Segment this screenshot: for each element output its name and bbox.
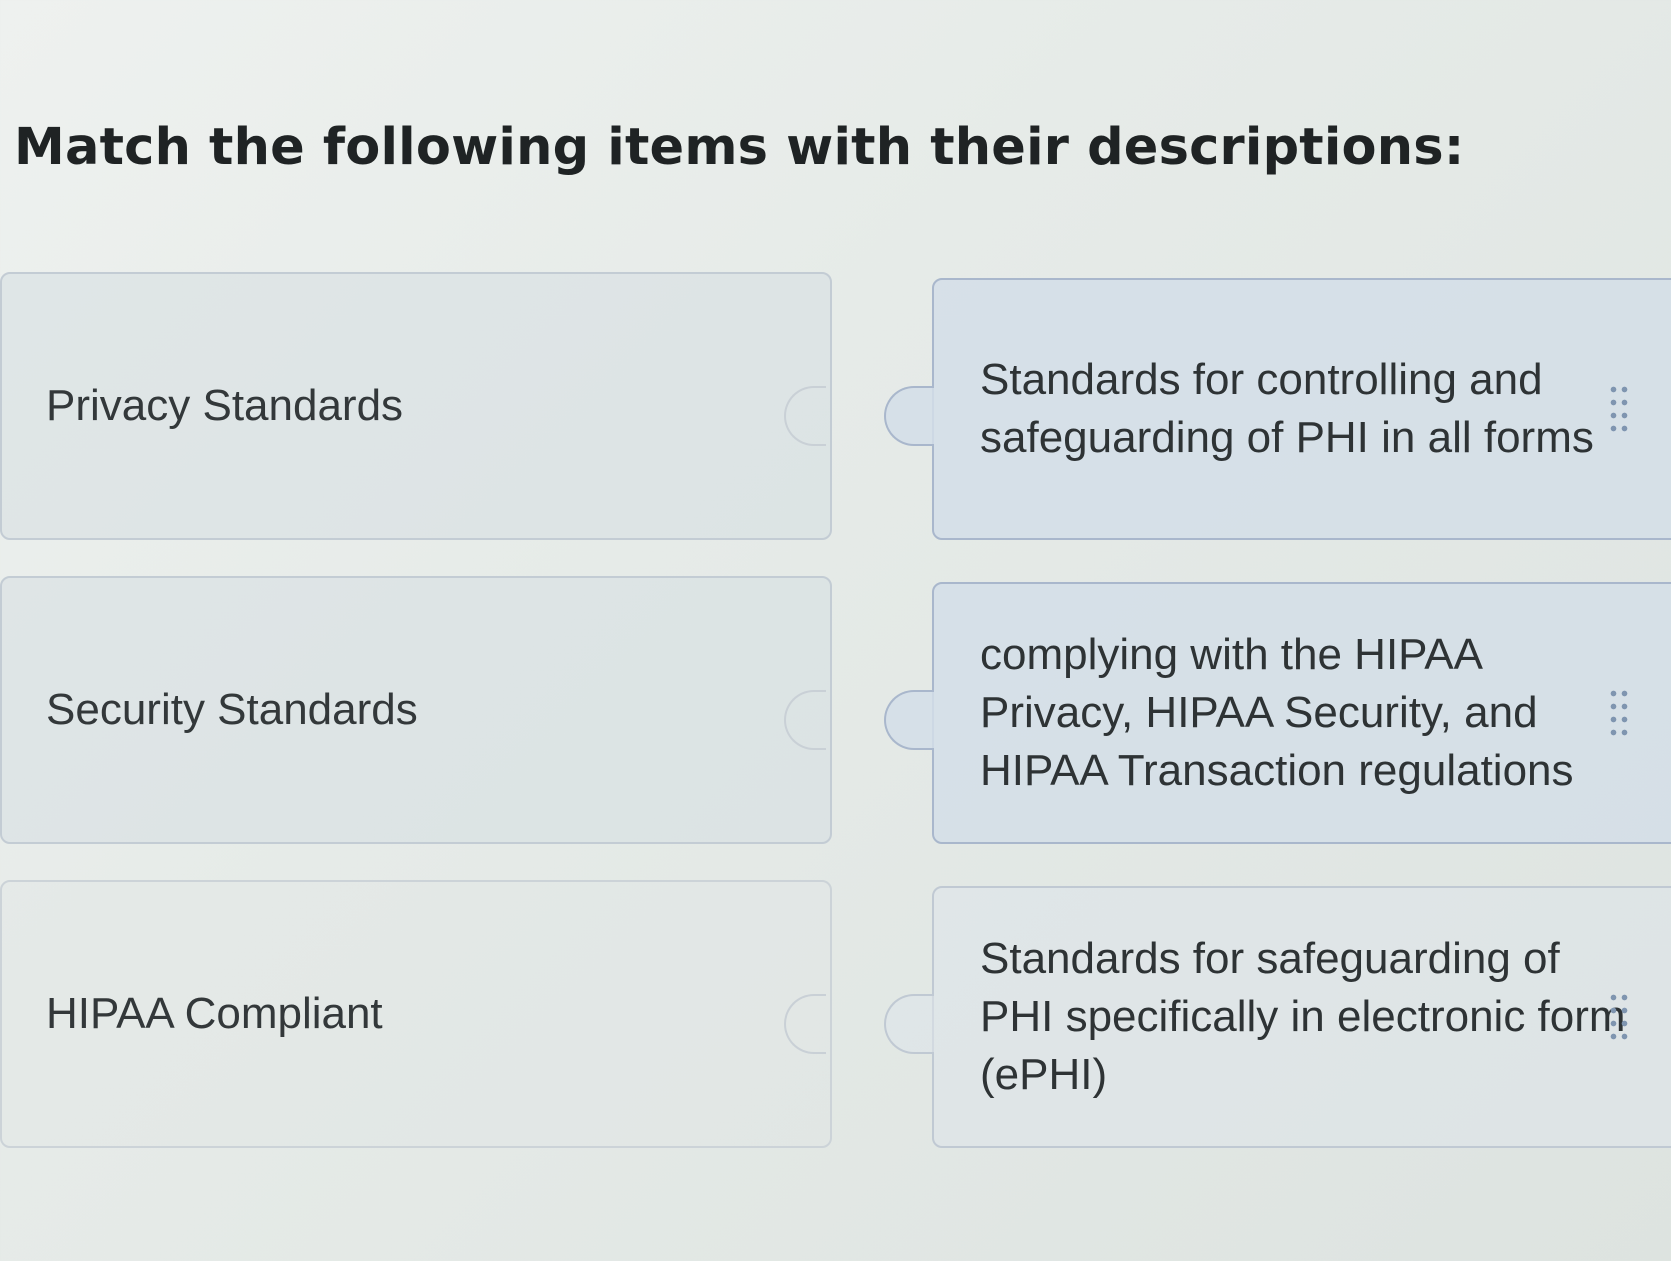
drop-slot-notch[interactable] (784, 994, 826, 1054)
match-row-3: HIPAA Compliant Standards for safeguardi… (0, 880, 1671, 1152)
match-item-label: Privacy Standards (46, 381, 404, 430)
match-item-privacy-standards: Privacy Standards (0, 272, 832, 540)
description-text: Standards for safeguarding of PHI specif… (980, 934, 1626, 1099)
drag-handle-icon[interactable] (1608, 687, 1630, 739)
match-item-hipaa-compliant: HIPAA Compliant (0, 880, 832, 1148)
puzzle-connector-tab (884, 690, 934, 750)
drag-handle-icon[interactable] (1608, 383, 1630, 435)
drag-handle-icon[interactable] (1608, 991, 1630, 1043)
match-item-label: HIPAA Compliant (46, 989, 383, 1038)
draggable-description-2[interactable]: complying with the HIPAA Privacy, HIPAA … (884, 582, 1671, 844)
drop-slot-notch[interactable] (784, 690, 826, 750)
match-row-2: Security Standards complying with the HI… (0, 576, 1671, 848)
match-item-label: Security Standards (46, 685, 418, 734)
match-row-1: Privacy Standards Standards for controll… (0, 272, 1671, 544)
description-text: complying with the HIPAA Privacy, HIPAA … (980, 630, 1574, 795)
drop-slot-notch[interactable] (784, 386, 826, 446)
question-title: Match the following items with their des… (14, 118, 1465, 177)
description-text: Standards for controlling and safeguardi… (980, 355, 1594, 462)
puzzle-connector-tab (884, 994, 934, 1054)
draggable-description-3[interactable]: Standards for safeguarding of PHI specif… (884, 886, 1671, 1148)
match-item-security-standards: Security Standards (0, 576, 832, 844)
draggable-description-1[interactable]: Standards for controlling and safeguardi… (884, 278, 1671, 540)
puzzle-connector-tab (884, 386, 934, 446)
